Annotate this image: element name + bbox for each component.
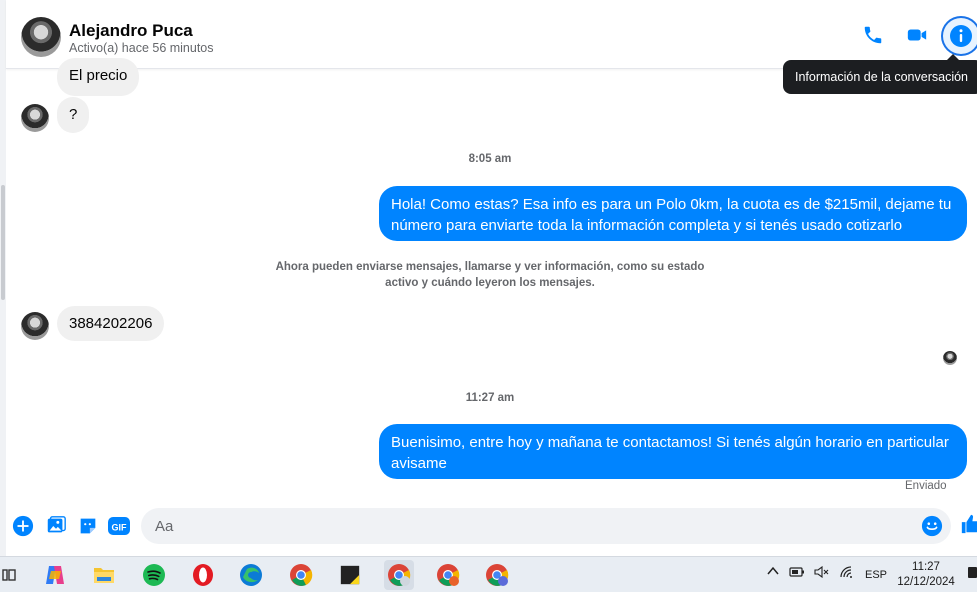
info-tooltip: Información de la conversación [783, 54, 977, 94]
clock-date: 12/12/2024 [897, 576, 955, 588]
chrome-profile-y-icon[interactable] [384, 560, 414, 590]
opera-icon[interactable] [188, 560, 218, 590]
chrome-icon[interactable] [286, 560, 316, 590]
emoji-icon[interactable] [920, 514, 944, 538]
like-icon[interactable] [959, 512, 977, 536]
incoming-message[interactable]: 3884202206 [57, 306, 165, 341]
volume-muted-icon[interactable] [814, 565, 830, 581]
left-scroll-strip [0, 0, 6, 556]
outgoing-message[interactable]: Hola! Como estas? Esa info es para un Po… [379, 186, 967, 241]
sent-status: Enviado [905, 480, 947, 492]
language-indicator[interactable]: ESP [865, 569, 887, 581]
windows-taskbar: ESP 11:27 12/12/2024 [0, 556, 977, 592]
image-icon[interactable] [44, 514, 68, 538]
read-receipt-avatar [943, 351, 957, 365]
system-clock[interactable]: 11:27 12/12/2024 [893, 560, 959, 590]
edge-icon[interactable] [236, 560, 266, 590]
incoming-message[interactable]: ? [57, 97, 90, 133]
info-icon [950, 25, 972, 47]
chrome-profile-r-icon[interactable] [433, 560, 463, 590]
tray-chevron-icon[interactable] [767, 566, 779, 579]
chrome-profile-c-icon[interactable] [482, 560, 512, 590]
system-notice: Ahora pueden enviarse mensajes, llamarse… [275, 261, 705, 289]
file-explorer-icon[interactable] [89, 560, 119, 590]
contact-avatar-small[interactable] [21, 312, 49, 340]
task-view-icon[interactable] [0, 560, 24, 590]
contact-avatar[interactable] [21, 17, 61, 57]
message-composer: GIF [6, 502, 977, 556]
timestamp-separator: 8:05 am [468, 153, 512, 165]
outgoing-message[interactable]: Buenisimo, entre hoy y mañana te contact… [379, 424, 967, 479]
conversation-header: Alejandro Puca Activo(a) hace 56 minutos [6, 0, 977, 69]
wifi-icon[interactable] [840, 566, 856, 581]
sticker-icon[interactable] [76, 514, 100, 538]
incoming-message[interactable]: El precio [57, 58, 140, 96]
timestamp-separator: 11:27 am [465, 392, 515, 404]
sticky-notes-icon[interactable] [335, 560, 365, 590]
contact-name[interactable]: Alejandro Puca [69, 21, 193, 41]
left-scrollbar-thumb[interactable] [1, 185, 5, 300]
battery-icon[interactable] [789, 566, 805, 581]
copilot-icon[interactable] [40, 560, 70, 590]
contact-avatar-small[interactable] [21, 104, 49, 132]
spotify-icon[interactable] [139, 560, 169, 590]
svg-text:GIF: GIF [112, 523, 128, 533]
video-icon[interactable] [904, 22, 930, 48]
plus-icon[interactable] [11, 514, 35, 538]
info-button[interactable] [941, 16, 977, 56]
notification-icon[interactable] [967, 565, 977, 584]
message-input[interactable] [141, 508, 951, 544]
contact-status: Activo(a) hace 56 minutos [69, 41, 214, 55]
clock-time: 11:27 [912, 561, 940, 573]
gif-icon[interactable]: GIF [107, 514, 131, 538]
phone-icon[interactable] [860, 22, 886, 48]
